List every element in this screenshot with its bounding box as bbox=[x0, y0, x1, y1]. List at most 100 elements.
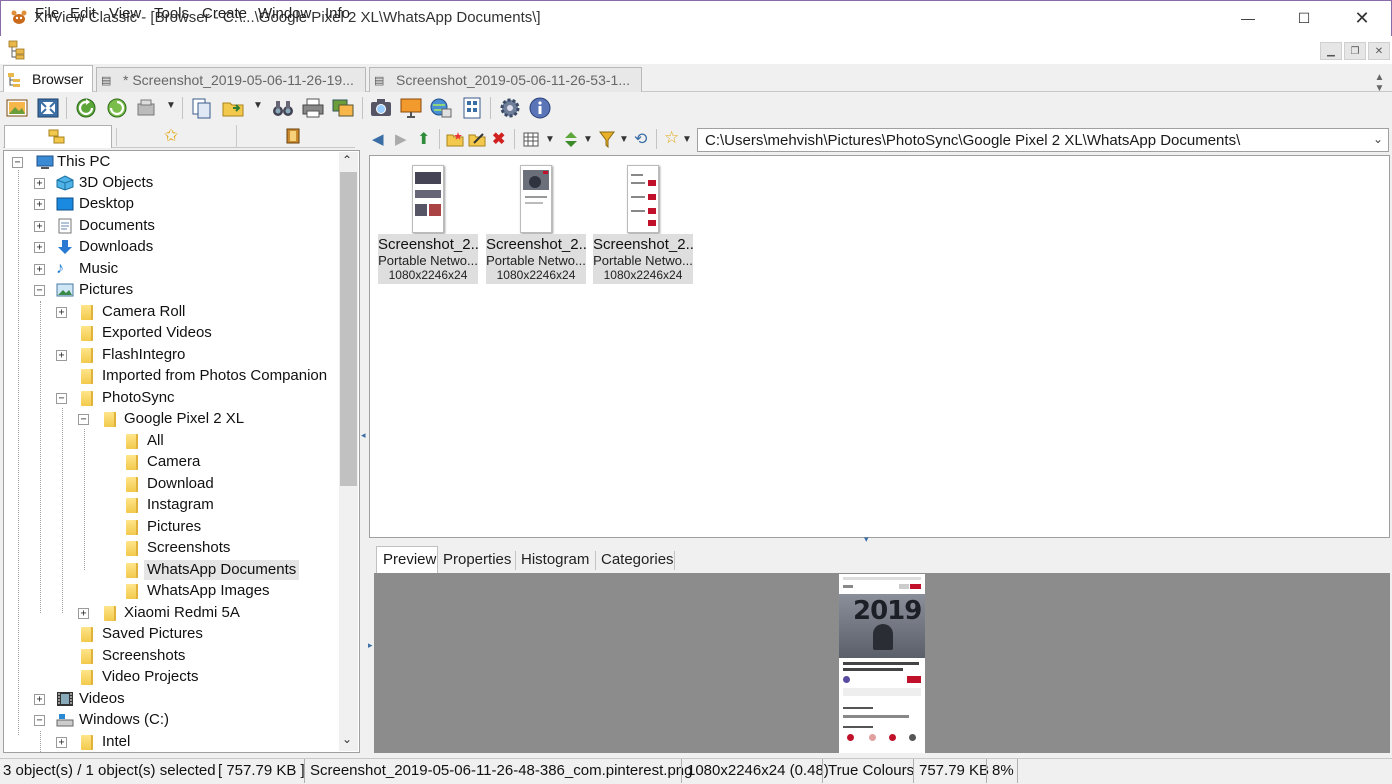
scroll-down-icon[interactable]: ⌄ bbox=[342, 732, 352, 746]
expand-toggle[interactable]: + bbox=[56, 350, 67, 361]
chevron-down-icon[interactable]: ▼ bbox=[583, 134, 593, 145]
collapse-toggle[interactable]: − bbox=[34, 285, 45, 296]
chevron-down-icon[interactable]: ▼ bbox=[682, 134, 692, 145]
mdi-restore-button[interactable]: ❐ bbox=[1344, 42, 1366, 60]
collapse-toggle[interactable]: − bbox=[56, 393, 67, 404]
collapse-toggle[interactable]: − bbox=[78, 414, 89, 425]
thumbnail-item[interactable]: Screenshot_2... Portable Netwo... 1080x2… bbox=[378, 160, 478, 284]
tab-categories-preview[interactable]: Categories bbox=[601, 548, 674, 573]
menu-window[interactable]: Window bbox=[258, 5, 311, 22]
expand-toggle[interactable]: + bbox=[56, 307, 67, 318]
thumb-block bbox=[415, 172, 441, 184]
scroll-up-icon[interactable]: ⌃ bbox=[342, 153, 352, 167]
delete-x-icon[interactable]: ✖ bbox=[492, 129, 505, 149]
tab-properties[interactable]: Properties bbox=[443, 548, 511, 573]
folder-tree[interactable]: − This PC + 3D Objects + Desktop + Docum… bbox=[3, 150, 360, 753]
thumb-block bbox=[648, 194, 656, 200]
xnview-app-icon[interactable] bbox=[10, 9, 28, 25]
tab-scroll-arrows[interactable]: ▲▼ bbox=[1374, 72, 1385, 94]
reload-icon[interactable] bbox=[105, 96, 129, 120]
find-binoculars-icon[interactable] bbox=[271, 96, 295, 120]
favorites-star-icon[interactable]: ☆ bbox=[664, 128, 679, 148]
tab-browser[interactable]: Browser bbox=[3, 65, 93, 93]
scrollbar-thumb[interactable] bbox=[340, 172, 357, 486]
contact-sheet-icon[interactable] bbox=[460, 96, 484, 120]
web-page-icon[interactable] bbox=[429, 96, 453, 120]
tab-favorites[interactable]: ✩ bbox=[116, 125, 234, 148]
menu-view[interactable]: View bbox=[109, 5, 141, 22]
expand-toggle[interactable]: + bbox=[34, 221, 45, 232]
refresh-icon[interactable] bbox=[74, 96, 98, 120]
menu-file[interactable]: File bbox=[35, 5, 59, 22]
chevron-down-icon[interactable]: ▼ bbox=[253, 100, 263, 111]
expand-toggle[interactable]: + bbox=[34, 242, 45, 253]
up-folder-arrow-icon[interactable]: ⬆ bbox=[417, 129, 430, 149]
chevron-down-icon[interactable]: ▼ bbox=[545, 134, 555, 145]
new-folder-icon[interactable] bbox=[446, 131, 464, 147]
thumbnail-item[interactable]: Screenshot_2... Portable Netwo... 1080x2… bbox=[486, 160, 586, 284]
copy-icon[interactable] bbox=[190, 96, 214, 120]
preview-dot bbox=[909, 734, 916, 741]
tab-screenshot-2[interactable]: ▤ Screenshot_2019-05-06-11-26-53-1... bbox=[369, 67, 642, 92]
forward-arrow-icon[interactable]: ▶ bbox=[395, 130, 407, 148]
folder-icon bbox=[81, 348, 93, 363]
vertical-splitter[interactable]: ◂ bbox=[361, 150, 368, 753]
rename-icon[interactable] bbox=[468, 131, 486, 147]
preview-area[interactable]: 2019 bbox=[374, 573, 1390, 753]
tree-label: PhotoSync bbox=[102, 389, 175, 406]
collapse-toggle[interactable]: − bbox=[34, 715, 45, 726]
view-mode-grid-icon[interactable] bbox=[523, 132, 539, 147]
tree-label: Camera Roll bbox=[102, 303, 186, 320]
expand-toggle[interactable]: + bbox=[34, 199, 45, 210]
convert-icon[interactable] bbox=[331, 96, 355, 120]
preview-save-strip bbox=[910, 584, 921, 589]
thumbnail-item[interactable]: Screenshot_2... Portable Netwo... 1080x2… bbox=[593, 160, 693, 284]
image-file-icon: ▤ bbox=[374, 75, 385, 87]
print-icon[interactable] bbox=[301, 96, 325, 120]
tab-categories[interactable] bbox=[236, 125, 354, 148]
close-button[interactable]: ✕ bbox=[1333, 0, 1391, 36]
info-icon[interactable] bbox=[528, 96, 552, 120]
folder-icon bbox=[126, 584, 138, 599]
mdi-minimize-button[interactable]: ▁ bbox=[1320, 42, 1342, 60]
settings-gear-icon[interactable] bbox=[498, 96, 522, 120]
expand-toggle[interactable]: + bbox=[56, 737, 67, 748]
fullscreen-icon[interactable] bbox=[36, 96, 60, 120]
move-to-folder-icon[interactable] bbox=[221, 96, 245, 120]
download-arrow-icon bbox=[58, 240, 72, 254]
expand-toggle[interactable]: + bbox=[34, 264, 45, 275]
tab-folders[interactable] bbox=[4, 125, 112, 148]
acquire-icon[interactable] bbox=[135, 96, 159, 120]
minimize-button[interactable]: — bbox=[1219, 0, 1277, 36]
drive-icon bbox=[56, 714, 74, 727]
tree-scrollbar[interactable]: ⌃ ⌄ bbox=[339, 152, 358, 751]
expand-toggle[interactable]: + bbox=[34, 178, 45, 189]
path-input[interactable]: C:\Users\mehvish\Pictures\PhotoSync\Goog… bbox=[705, 132, 1240, 149]
filter-icon[interactable] bbox=[599, 131, 615, 148]
tab-preview[interactable]: Preview bbox=[376, 546, 438, 573]
capture-icon[interactable] bbox=[369, 96, 393, 120]
mdi-close-button[interactable]: ✕ bbox=[1368, 42, 1390, 60]
menu-edit[interactable]: Edit bbox=[70, 5, 96, 22]
expand-toggle[interactable]: + bbox=[34, 694, 45, 705]
slideshow-icon[interactable] bbox=[399, 96, 423, 120]
chevron-down-icon[interactable]: ▼ bbox=[166, 100, 176, 111]
tab-screenshot-1[interactable]: ▤ * Screenshot_2019-05-06-11-26-19... bbox=[96, 67, 366, 92]
maximize-button[interactable]: ☐ bbox=[1275, 0, 1333, 36]
chevron-down-icon[interactable]: ▼ bbox=[619, 134, 629, 145]
chevron-down-icon[interactable]: ⌄ bbox=[1373, 132, 1383, 146]
horizontal-splitter[interactable]: ▾ bbox=[369, 534, 1390, 546]
sync-refresh-icon[interactable]: ⟲ bbox=[634, 129, 647, 149]
menu-tools[interactable]: Tools bbox=[154, 5, 189, 22]
folder-icon bbox=[126, 498, 138, 513]
path-combobox[interactable]: C:\Users\mehvish\Pictures\PhotoSync\Goog… bbox=[697, 128, 1389, 152]
menu-info[interactable]: Info bbox=[325, 5, 350, 22]
back-arrow-icon[interactable]: ◀ bbox=[372, 130, 384, 148]
menu-create[interactable]: Create bbox=[202, 5, 247, 22]
collapse-toggle[interactable]: − bbox=[12, 157, 23, 168]
splitter-grip-icon: ▸ bbox=[368, 640, 373, 650]
tab-histogram[interactable]: Histogram bbox=[521, 548, 589, 573]
expand-toggle[interactable]: + bbox=[78, 608, 89, 619]
open-image-icon[interactable] bbox=[5, 96, 29, 120]
sort-icon[interactable] bbox=[562, 131, 580, 148]
